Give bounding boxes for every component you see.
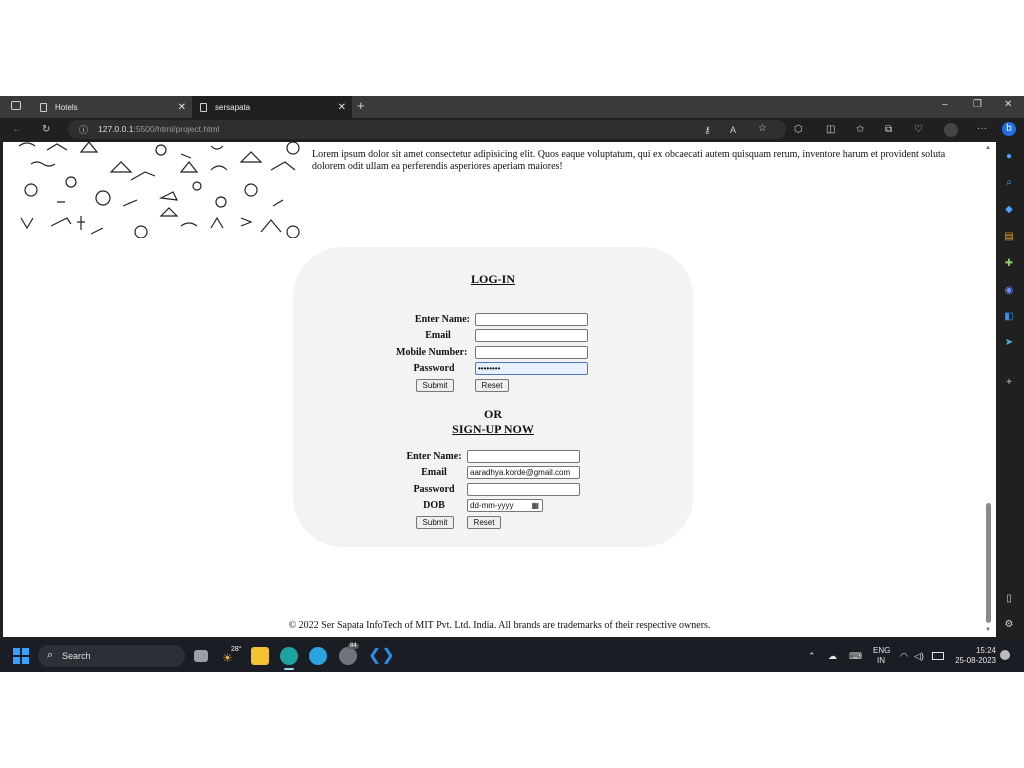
notifications-icon[interactable]: ●: [1002, 150, 1016, 164]
scroll-up-arrow-icon[interactable]: ▲: [985, 145, 991, 151]
signup-name-label: Enter Name:: [406, 451, 462, 462]
signup-heading: SIGN-UP NOW: [452, 422, 534, 436]
windows-taskbar: ⌕ Search ☀ 28° 84 ❮❯ ⌃ ☁ ⌨ ENG IN ◠ ◁) 1…: [0, 640, 1024, 672]
login-email-label: Email: [425, 330, 451, 341]
tray-chevron-icon[interactable]: ⌃: [808, 651, 816, 661]
wifi-icon[interactable]: ◠: [900, 651, 908, 661]
travel-pattern-image: [18, 142, 300, 238]
copilot-icon[interactable]: b: [1002, 122, 1016, 136]
volume-icon[interactable]: ◁): [914, 651, 924, 661]
signup-password-input[interactable]: [467, 483, 580, 496]
favorites-icon[interactable]: ✩: [856, 124, 864, 136]
new-tab-icon[interactable]: +: [357, 99, 365, 112]
info-icon[interactable]: ⓘ: [79, 124, 88, 136]
login-mobile-label: Mobile Number:: [396, 347, 468, 358]
page-icon: [200, 102, 207, 112]
file-explorer-icon[interactable]: [251, 647, 269, 665]
favorite-star-icon[interactable]: ☆: [758, 123, 767, 135]
close-tab-icon[interactable]: ✕: [178, 102, 186, 113]
search-sidebar-icon[interactable]: ⌕: [1002, 176, 1016, 190]
close-window-icon[interactable]: ✕: [1004, 99, 1012, 110]
page-icon: [40, 102, 47, 112]
more-menu-icon[interactable]: ···: [977, 123, 987, 135]
language-indicator[interactable]: ENG IN: [873, 646, 890, 666]
weather-sun-icon: ☀: [222, 651, 233, 665]
url-box[interactable]: ⓘ 127.0.0.1:5500/html/project.html ⚷ A ☆: [68, 120, 786, 139]
login-heading: LOG-IN: [470, 272, 515, 286]
minimize-icon[interactable]: –: [942, 99, 948, 110]
back-icon[interactable]: ←: [12, 124, 22, 136]
signup-dob-input[interactable]: dd-mm-yyyy ▦: [467, 499, 543, 512]
edge-sidebar: b ● ⌕ ◆ ▤ ✚ ◉ ◧ ➤ + ▯ ⚙: [996, 118, 1024, 672]
tools-icon[interactable]: ▤: [1002, 230, 1016, 244]
taskbar-search[interactable]: ⌕ Search: [38, 645, 185, 667]
weather-widget[interactable]: ☀ 28°: [222, 646, 242, 666]
login-submit-button[interactable]: Submit: [416, 379, 454, 392]
login-name-input[interactable]: [475, 313, 588, 326]
active-app-indicator: [284, 668, 294, 670]
signup-submit-button[interactable]: Submit: [416, 516, 454, 529]
tab-actions-icon[interactable]: [11, 101, 21, 110]
collections-icon[interactable]: ⧉: [885, 124, 892, 136]
signup-password-label: Password: [413, 484, 455, 495]
signup-email-label: Email: [421, 467, 447, 478]
windows-start-icon[interactable]: [13, 648, 29, 664]
restore-icon[interactable]: ❐: [973, 99, 982, 110]
vscode-icon[interactable]: ❮❯: [368, 647, 395, 665]
tab-hotels[interactable]: Hotels ✕: [32, 96, 192, 118]
key-icon[interactable]: ⚷: [704, 124, 711, 136]
url-text[interactable]: 127.0.0.1:5500/html/project.html: [98, 124, 219, 134]
task-view-icon[interactable]: [194, 650, 208, 662]
login-name-label: Enter Name:: [414, 314, 470, 325]
notification-center-icon[interactable]: [1000, 650, 1010, 660]
shopping-icon[interactable]: ◆: [1002, 203, 1016, 217]
search-icon: ⌕: [47, 649, 54, 661]
split-screen-icon[interactable]: ◫: [826, 124, 835, 136]
tab-bar: Hotels ✕ sersapata ✕ + – ❐ ✕: [0, 96, 1024, 118]
send-icon[interactable]: ➤: [1002, 336, 1016, 350]
profile-avatar[interactable]: [944, 123, 958, 137]
signup-name-input[interactable]: [467, 450, 580, 463]
games-icon[interactable]: ✚: [1002, 257, 1016, 271]
clock[interactable]: 15:24 25-08-2023: [952, 646, 996, 666]
add-sidebar-icon[interactable]: +: [1002, 376, 1016, 390]
close-tab-icon[interactable]: ✕: [338, 102, 346, 113]
or-separator: OR: [484, 407, 502, 421]
page-footer: © 2022 Ser Sapata InfoTech of MIT Pvt. L…: [288, 620, 711, 631]
battery-icon[interactable]: [932, 652, 944, 660]
keyboard-icon[interactable]: ⌨: [849, 651, 862, 661]
address-bar: ← ↻ ⓘ 127.0.0.1:5500/html/project.html ⚷…: [0, 118, 1024, 142]
telegram-icon[interactable]: [309, 647, 327, 665]
login-reset-button[interactable]: Reset: [475, 379, 509, 392]
page-viewport: Lorem ipsum dolor sit amet consectetur a…: [3, 142, 996, 637]
microsoft365-icon[interactable]: ◉: [1002, 284, 1016, 298]
scrollbar-thumb[interactable]: [986, 503, 991, 623]
auth-card: LOG-IN Enter Name: Email Mobile Number: …: [293, 247, 693, 547]
signup-dob-label: DOB: [423, 500, 445, 511]
whatsapp-icon[interactable]: 84: [339, 643, 359, 665]
tab-sersapata[interactable]: sersapata ✕: [192, 96, 352, 118]
sidebar-layout-icon[interactable]: ▯: [1002, 592, 1016, 606]
refresh-icon[interactable]: ↻: [42, 124, 50, 136]
extensions-icon[interactable]: ⬡: [794, 124, 803, 136]
calendar-icon[interactable]: ▦: [531, 500, 539, 511]
login-email-input[interactable]: [475, 329, 588, 342]
outlook-icon[interactable]: ◧: [1002, 310, 1016, 324]
login-password-label: Password: [413, 363, 455, 374]
scroll-down-arrow-icon[interactable]: ▼: [985, 627, 991, 633]
onedrive-icon[interactable]: ☁: [828, 651, 837, 661]
signup-email-input[interactable]: aaradhya.korde@gmail.com: [467, 466, 580, 479]
settings-gear-icon[interactable]: ⚙: [1002, 618, 1016, 632]
intro-paragraph: Lorem ipsum dolor sit amet consectetur a…: [312, 149, 946, 172]
performance-icon[interactable]: ♡: [914, 124, 923, 136]
read-aloud-icon[interactable]: A: [730, 124, 736, 136]
edge-browser-icon[interactable]: [280, 647, 298, 665]
login-mobile-input[interactable]: [475, 346, 588, 359]
login-password-input[interactable]: ••••••••: [475, 362, 588, 375]
signup-reset-button[interactable]: Reset: [467, 516, 501, 529]
